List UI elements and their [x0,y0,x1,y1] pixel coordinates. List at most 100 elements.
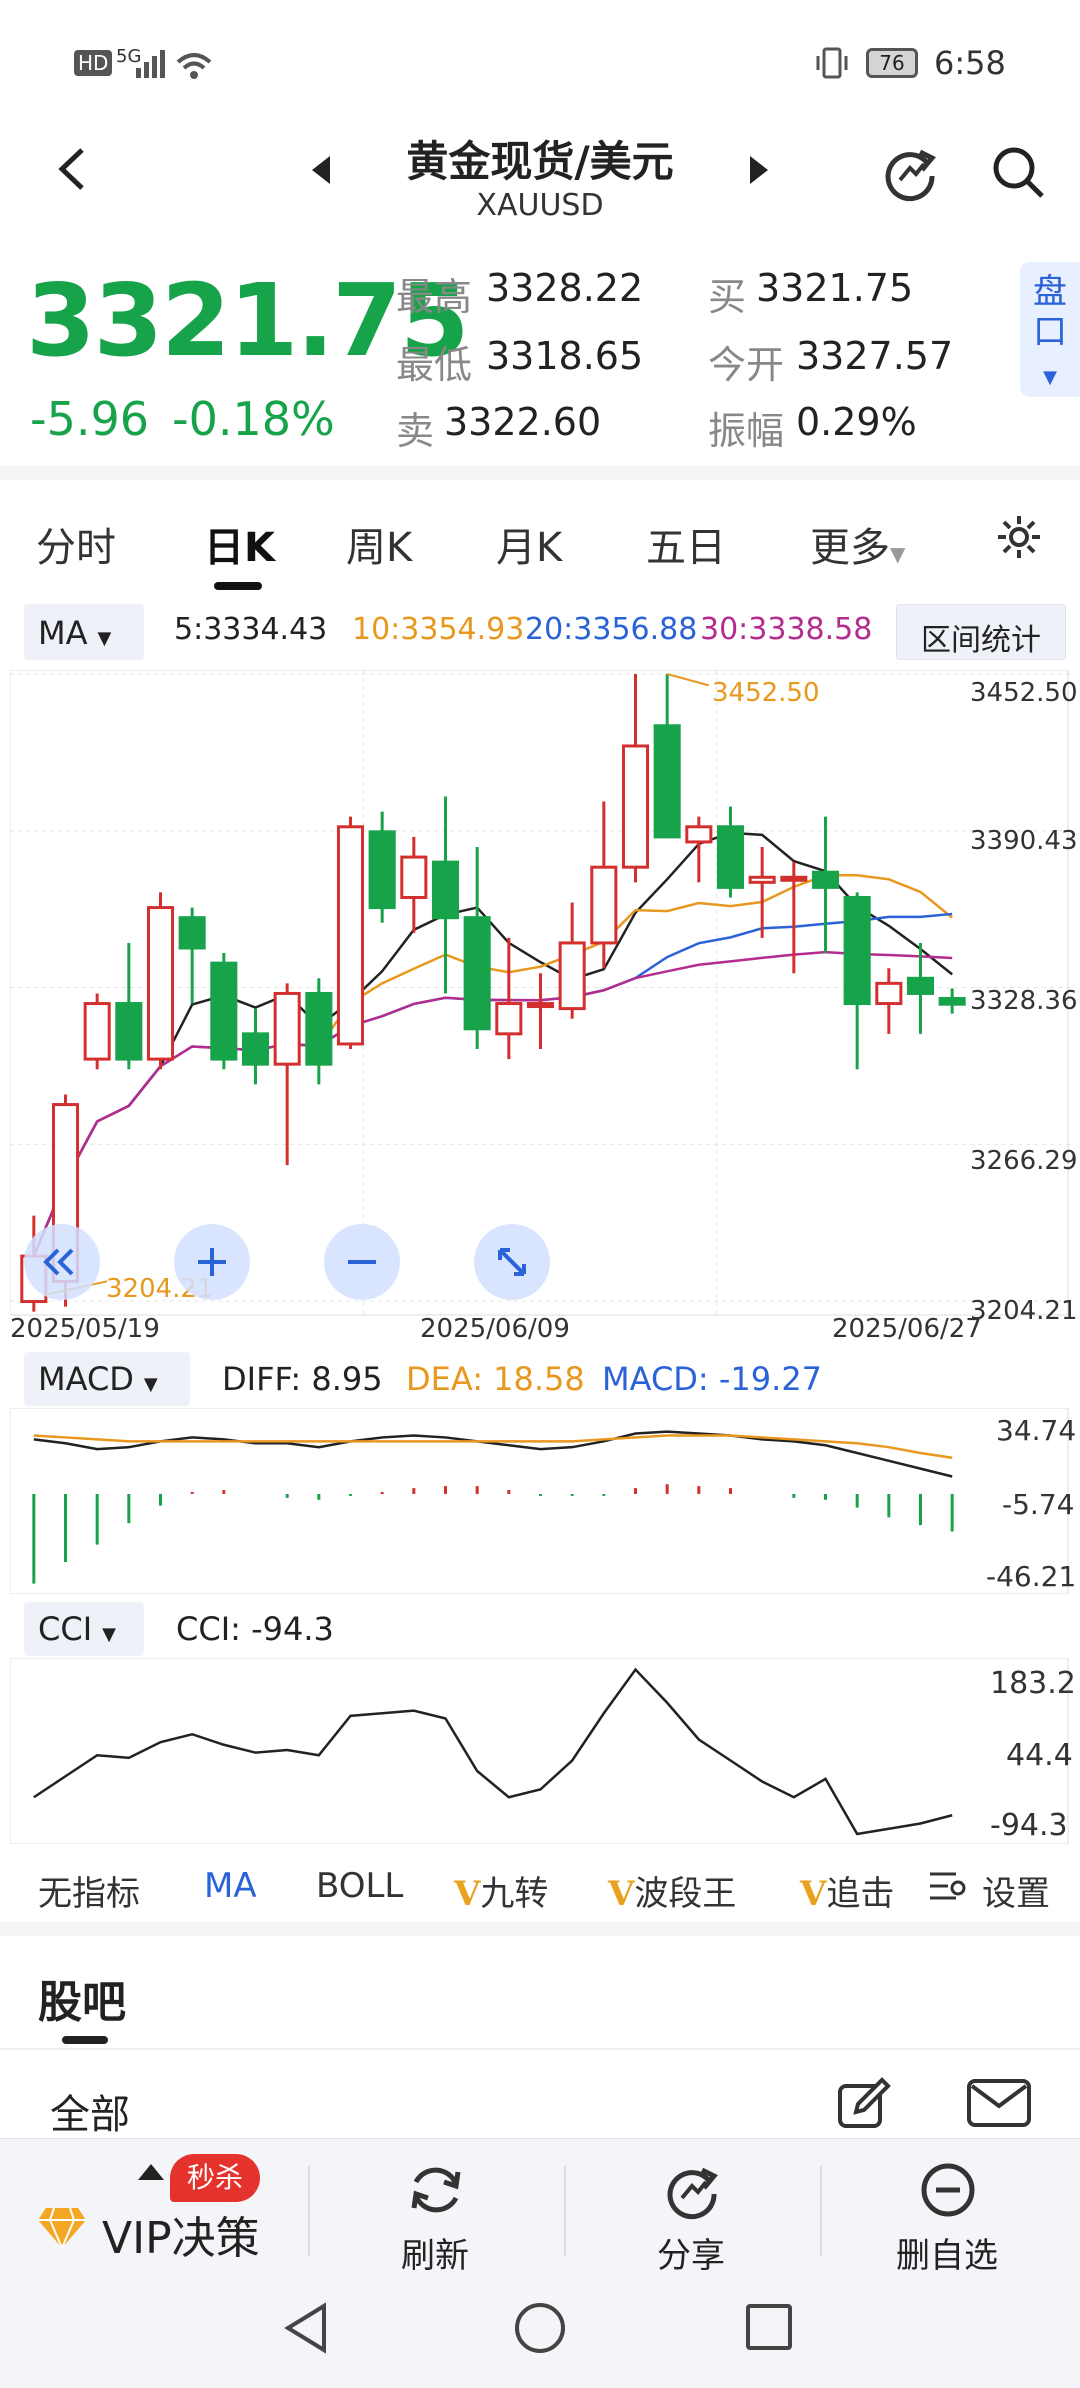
candle [590,865,618,945]
share-icon [667,2167,718,2220]
candle [653,724,681,839]
tab-monthly-k[interactable]: 月K [496,515,562,573]
minus-icon [348,1260,376,1264]
date-label: 2025/06/09 [420,1314,570,1344]
message-icon[interactable] [966,2078,1032,2130]
pankou-button[interactable]: 盘口 ▼ [1020,262,1080,397]
vip-decision-button[interactable]: VIP决策 秒杀 [36,2154,296,2270]
range-stats-button[interactable]: 区间统计 [896,604,1066,660]
tab-weekly-k[interactable]: 周K [346,515,412,573]
indicator-tab-none[interactable]: 无指标 [38,1866,140,1915]
indicator-tab-boduanwang[interactable]: V波段王 [608,1866,736,1915]
expand-icon [498,1248,526,1276]
candle [811,870,840,889]
indicator-tab-jiuzhuan[interactable]: V九转 [454,1866,548,1915]
macd-selector[interactable]: MACD ▼ [24,1352,190,1406]
divider [308,2166,310,2256]
next-symbol-icon[interactable] [746,154,772,186]
plus-icon [198,1248,226,1276]
refresh-label: 刷新 [401,2236,469,2276]
amplitude-label: 振幅 [708,409,785,453]
candle [685,825,713,844]
share-button[interactable]: 分享 [616,2156,766,2276]
candle [210,961,238,1061]
settings-gear-icon[interactable] [994,512,1044,562]
candle [843,895,871,1006]
vip-decision-label: VIP决策 [102,2213,260,2264]
high-marker-line [666,673,710,687]
candle [400,855,428,899]
divider [820,2166,822,2256]
candle [495,1002,523,1036]
minus-circle-icon [921,2163,975,2217]
indicator-tab-label: 波段王 [634,1874,737,1914]
ma-selector-label: MA [38,614,88,652]
divider [564,2166,566,2256]
candle [146,906,175,1061]
chevron-down-icon: ▼ [102,1624,116,1645]
tab-daily-k[interactable]: 日K [204,515,275,573]
indicator-settings-button[interactable]: 设置 [916,1856,1080,1918]
cci-tick: 183.2 [990,1666,1076,1701]
candle [431,860,460,920]
low-value: 3318.65 [486,334,644,378]
macd-selector-label: MACD [38,1360,134,1398]
cci-chart [10,1658,1069,1844]
macd-tick: -5.74 [1002,1488,1075,1521]
forum-filter-all[interactable]: 全部 [50,2082,130,2140]
candle [115,1002,143,1061]
system-recents-icon[interactable] [744,2302,796,2354]
candle [558,941,586,1011]
date-label: 2025/05/19 [10,1314,160,1344]
chart-frame [10,1658,1069,1844]
indicator-tab-ma[interactable]: MA [204,1866,257,1906]
remove-watchlist-button[interactable]: 删自选 [872,2156,1022,2276]
refresh-button[interactable]: 刷新 [360,2156,510,2276]
candle [178,916,206,950]
price-change: -5.96 [30,392,150,446]
zoom-out-button[interactable] [324,1224,400,1300]
tab-more-label: 更多 [810,525,890,571]
edit-post-icon[interactable] [836,2076,892,2132]
open-label: 今开 [708,343,785,387]
search-icon[interactable] [988,142,1048,202]
indicator-tab-zhuiji[interactable]: V追击 [800,1866,894,1915]
cci-selector[interactable]: CCI ▼ [24,1602,144,1656]
candle [83,1002,111,1061]
candle [463,916,491,1031]
chevron-down-icon: ▼ [143,1374,158,1395]
remove-watchlist-label: 删自选 [896,2236,998,2276]
ma30-value: 30:3338.58 [700,612,873,647]
high-label: 最高 [396,275,473,319]
candle [368,830,396,910]
tab-intraday[interactable]: 分时 [36,515,116,573]
forum-title[interactable]: 股吧 [38,1966,126,2030]
share-refresh-icon[interactable] [880,142,940,202]
indicator-tab-label: 追击 [826,1874,895,1914]
ma20-value: 20:3356.88 [525,612,698,647]
candle [906,976,935,995]
y-tick: 3204.21 [970,1296,1078,1326]
fullscreen-button[interactable] [474,1224,550,1300]
scroll-left-button[interactable] [24,1224,100,1300]
price-change-pct: -0.18% [172,392,335,446]
back-arrow-icon[interactable] [52,144,92,194]
y-tick: 3452.50 [970,678,1078,708]
divider [0,2048,1080,2050]
cci-tick: -94.3 [990,1808,1068,1843]
system-back-icon[interactable] [280,2300,332,2356]
ma-selector[interactable]: MA ▼ [24,604,144,660]
zoom-in-button[interactable] [174,1224,250,1300]
macd-diff: DIFF: 8.95 [222,1360,383,1398]
candle [716,825,745,889]
cci-value: CCI: -94.3 [176,1610,334,1648]
system-home-icon[interactable] [512,2300,568,2356]
sell-value: 3322.60 [444,400,602,444]
divider [0,1922,1080,1936]
clock: 6:58 [934,44,1006,82]
tab-more[interactable]: 更多▼ [810,515,905,573]
low-label: 最低 [396,343,473,387]
indicator-tab-boll[interactable]: BOLL [316,1866,403,1906]
amplitude-value: 0.29% [796,400,917,444]
tab-five-day[interactable]: 五日 [646,515,726,573]
